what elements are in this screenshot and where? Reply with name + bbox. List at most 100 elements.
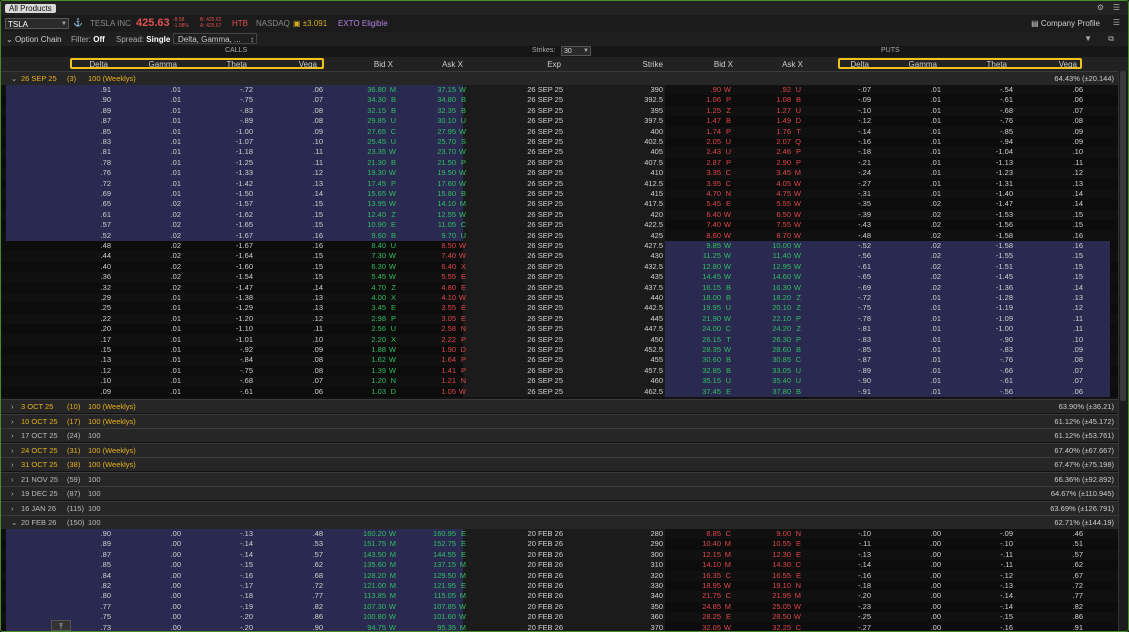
put-vega[interactable]: .09 (1031, 127, 1083, 137)
call-bid-exchange[interactable]: M (388, 539, 396, 549)
call-delta[interactable]: .78 (61, 158, 111, 168)
put-theta[interactable]: -.11 (961, 560, 1013, 570)
expiry-row[interactable]: › 10 OCT 25 (17) 100 (Weeklys) 61.12% (±45.1… (1, 413, 1118, 428)
call-ask[interactable]: 107.85 (401, 602, 456, 612)
call-vega[interactable]: .06 (271, 85, 323, 95)
put-theta[interactable]: -.11 (961, 550, 1013, 560)
put-ask-exchange[interactable]: W (793, 210, 801, 220)
call-bid-exchange[interactable]: D (388, 387, 396, 397)
call-gamma[interactable]: .02 (131, 199, 181, 209)
chevron-right-icon[interactable]: › (11, 431, 14, 440)
call-ask[interactable]: 95.35 (401, 623, 456, 631)
put-ask[interactable]: 37.80 (736, 387, 791, 397)
strike-price[interactable]: 420 (601, 210, 663, 220)
expiration-date[interactable]: 26 SEP 25 (501, 95, 563, 105)
col-put-gamma[interactable]: Gamma (891, 60, 937, 69)
put-theta[interactable]: -1.23 (961, 168, 1013, 178)
put-bid-exchange[interactable]: W (723, 85, 731, 95)
put-vega[interactable]: .11 (1031, 158, 1083, 168)
expiration-date[interactable]: 26 SEP 25 (501, 303, 563, 313)
call-theta[interactable]: -1.64 (201, 251, 253, 261)
put-theta[interactable]: -.12 (961, 571, 1013, 581)
call-delta[interactable]: .57 (61, 220, 111, 230)
call-vega[interactable]: .16 (271, 231, 323, 241)
put-bid[interactable]: 7.40 (666, 220, 721, 230)
put-delta[interactable]: -.18 (821, 581, 871, 591)
call-ask[interactable]: 14.10 (401, 199, 456, 209)
call-ask-exchange[interactable]: W (458, 168, 466, 178)
put-bid-exchange[interactable]: T (723, 335, 731, 345)
call-theta[interactable]: -.16 (201, 571, 253, 581)
call-vega[interactable]: .07 (271, 376, 323, 386)
call-ask-exchange[interactable]: B (458, 106, 466, 116)
put-bid-exchange[interactable]: E (723, 199, 731, 209)
call-bid-exchange[interactable]: X (388, 293, 396, 303)
strike-price[interactable]: 462.5 (601, 387, 663, 397)
call-delta[interactable]: .90 (61, 529, 111, 539)
call-gamma[interactable]: .01 (131, 168, 181, 178)
call-bid-exchange[interactable]: X (388, 335, 396, 345)
put-vega[interactable]: .07 (1031, 366, 1083, 376)
put-gamma[interactable]: .02 (891, 220, 941, 230)
put-theta[interactable]: -.14 (961, 602, 1013, 612)
put-ask-exchange[interactable]: C (793, 355, 801, 365)
strike-price[interactable]: 460 (601, 376, 663, 386)
put-vega[interactable]: .86 (1031, 612, 1083, 622)
call-ask[interactable]: 2.22 (401, 335, 456, 345)
call-theta[interactable]: -.89 (201, 116, 253, 126)
put-ask[interactable]: 14.60 (736, 272, 791, 282)
put-vega[interactable]: .15 (1031, 210, 1083, 220)
call-ask[interactable]: 27.95 (401, 127, 456, 137)
call-bid-exchange[interactable]: U (388, 324, 396, 334)
put-gamma[interactable]: .01 (891, 303, 941, 313)
call-gamma[interactable]: .00 (131, 591, 181, 601)
call-theta[interactable]: -1.07 (201, 137, 253, 147)
call-bid[interactable]: 4.70 (331, 283, 386, 293)
call-ask-exchange[interactable]: C (458, 220, 466, 230)
call-gamma[interactable]: .01 (131, 158, 181, 168)
put-delta[interactable]: -.78 (821, 314, 871, 324)
expiration-date[interactable]: 26 SEP 25 (501, 220, 563, 230)
put-ask-exchange[interactable]: B (793, 345, 801, 355)
call-bid-exchange[interactable]: B (388, 231, 396, 241)
strike-price[interactable]: 430 (601, 251, 663, 261)
call-vega[interactable]: .14 (271, 283, 323, 293)
put-vega[interactable]: .13 (1031, 179, 1083, 189)
put-ask[interactable]: 16.30 (736, 283, 791, 293)
put-ask-exchange[interactable]: U (793, 106, 801, 116)
call-gamma[interactable]: .01 (131, 179, 181, 189)
call-bid[interactable]: 27.65 (331, 127, 386, 137)
chevron-right-icon[interactable]: ⌄ (11, 74, 17, 83)
chevron-right-icon[interactable]: › (11, 504, 14, 513)
put-bid[interactable]: 18.95 (666, 581, 721, 591)
call-vega[interactable]: .15 (271, 220, 323, 230)
put-gamma[interactable]: .00 (891, 560, 941, 570)
put-theta[interactable]: -1.28 (961, 293, 1013, 303)
put-delta[interactable]: -.52 (821, 241, 871, 251)
chevron-right-icon[interactable]: › (11, 446, 14, 455)
strike-price[interactable]: 445 (601, 314, 663, 324)
strike-price[interactable]: 417.5 (601, 199, 663, 209)
put-ask-exchange[interactable]: U (793, 376, 801, 386)
call-bid-exchange[interactable]: W (388, 623, 396, 631)
call-bid-exchange[interactable]: W (388, 168, 396, 178)
put-bid-exchange[interactable]: B (723, 366, 731, 376)
call-bid-exchange[interactable]: W (388, 366, 396, 376)
call-bid-exchange[interactable]: U (388, 241, 396, 251)
call-ask-exchange[interactable]: W (458, 210, 466, 220)
put-vega[interactable]: .82 (1031, 602, 1083, 612)
strike-price[interactable]: 435 (601, 272, 663, 282)
call-delta[interactable]: .36 (61, 272, 111, 282)
call-bid-exchange[interactable]: M (388, 85, 396, 95)
call-theta[interactable]: -1.00 (201, 127, 253, 137)
call-theta[interactable]: -.14 (201, 539, 253, 549)
call-ask[interactable]: 152.75 (401, 539, 456, 549)
put-delta[interactable]: -.07 (821, 85, 871, 95)
put-theta[interactable]: -1.51 (961, 262, 1013, 272)
call-gamma[interactable]: .00 (131, 529, 181, 539)
strike-price[interactable]: 405 (601, 147, 663, 157)
call-gamma[interactable]: .01 (131, 85, 181, 95)
call-vega[interactable]: .13 (271, 293, 323, 303)
put-ask[interactable]: 30.85 (736, 355, 791, 365)
put-theta[interactable]: -1.53 (961, 210, 1013, 220)
